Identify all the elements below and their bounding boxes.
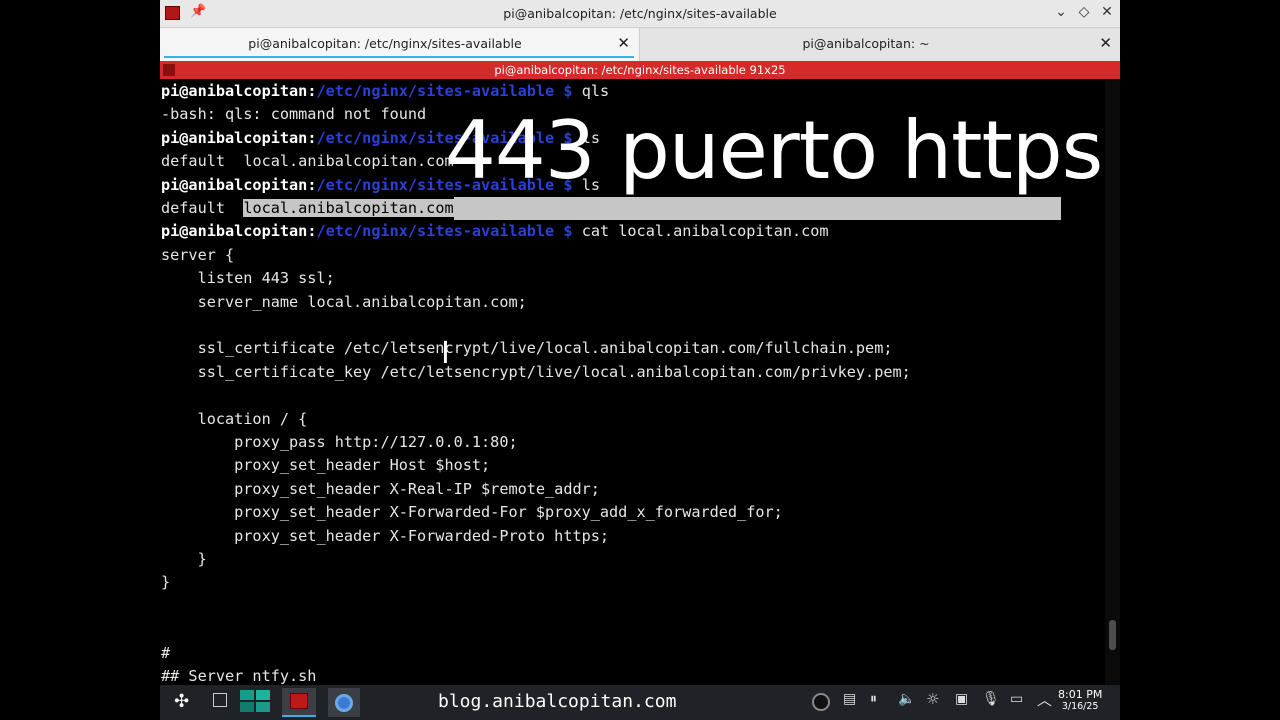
tab-sites-available[interactable]: pi@anibalcopitan: /etc/nginx/sites-avail… bbox=[160, 28, 638, 61]
config-line: ssl_certificate_key /etc/letsencrypt/liv… bbox=[161, 362, 911, 381]
clock-time: 8:01 PM bbox=[1058, 688, 1103, 701]
tab-bar: pi@anibalcopitan: /etc/nginx/sites-avail… bbox=[160, 28, 1120, 61]
tab-label: pi@anibalcopitan: /etc/nginx/sites-avail… bbox=[248, 36, 522, 51]
config-line: server { bbox=[161, 245, 235, 264]
config-line: proxy_set_header X-Forwarded-Proto https… bbox=[161, 526, 610, 545]
volume-icon[interactable]: 🔈 bbox=[898, 691, 915, 707]
clock-date: 3/16/25 bbox=[1061, 701, 1099, 712]
network-icon[interactable]: ▭ bbox=[1010, 691, 1023, 707]
app-launcher-icon[interactable]: ✣ bbox=[174, 691, 189, 712]
show-desktop-icon[interactable] bbox=[213, 693, 227, 707]
clipboard-icon[interactable]: ▤ bbox=[843, 691, 856, 707]
config-line: # bbox=[161, 643, 171, 662]
session-title: pi@anibalcopitan: /etc/nginx/sites-avail… bbox=[494, 63, 786, 77]
tab-label: pi@anibalcopitan: ~ bbox=[802, 36, 930, 51]
file-manager-icon[interactable] bbox=[240, 690, 272, 712]
config-line: proxy_pass http://127.0.0.1:80; bbox=[161, 433, 518, 451]
text-cursor-icon: I bbox=[441, 336, 450, 371]
config-line: } bbox=[161, 573, 171, 592]
overlay-blog-url: blog.anibalcopitan.com bbox=[438, 691, 677, 712]
obs-tray-icon[interactable] bbox=[812, 693, 830, 711]
title-bar[interactable]: 📌 pi@anibalcopitan: /etc/nginx/sites-ava… bbox=[160, 0, 1120, 28]
scrollbar-thumb[interactable] bbox=[1109, 620, 1116, 650]
config-line: proxy_set_header X-Real-IP $remote_addr; bbox=[161, 479, 600, 498]
config-line: ## Server ntfy.sh bbox=[161, 667, 317, 685]
config-line: proxy_set_header Host $host; bbox=[161, 456, 491, 475]
close-tab-icon[interactable]: ✕ bbox=[1099, 34, 1112, 52]
minimize-icon[interactable]: ⌄ bbox=[1053, 4, 1069, 20]
terminal-line: default local.anibalcopitan.com bbox=[161, 197, 1099, 220]
konsole-window: 📌 pi@anibalcopitan: /etc/nginx/sites-ava… bbox=[160, 0, 1120, 685]
terminal-line: pi@anibalcopitan:/etc/nginx/sites-availa… bbox=[161, 82, 610, 100]
close-tab-icon[interactable]: ✕ bbox=[617, 34, 630, 52]
konsole-taskbar-button[interactable] bbox=[282, 688, 316, 717]
terminal-scrollbar[interactable] bbox=[1105, 80, 1120, 685]
terminal-line: pi@anibalcopitan:/etc/nginx/sites-availa… bbox=[161, 222, 829, 241]
config-line: server_name local.anibalcopitan.com; bbox=[161, 292, 527, 311]
window-title: pi@anibalcopitan: /etc/nginx/sites-avail… bbox=[503, 6, 777, 21]
terminal-line: default local.anibalcopitan.com bbox=[161, 152, 454, 171]
selected-text[interactable]: local.anibalcopitan.com bbox=[243, 199, 454, 217]
konsole-icon bbox=[290, 693, 308, 709]
tab-home[interactable]: pi@anibalcopitan: ~ ✕ bbox=[639, 28, 1120, 61]
storage-icon[interactable]: ▣ bbox=[955, 691, 968, 707]
config-line: proxy_set_header X-Forwarded-For $proxy_… bbox=[161, 503, 783, 522]
maximize-icon[interactable]: ◇ bbox=[1076, 4, 1092, 20]
chrome-icon bbox=[335, 694, 353, 712]
chrome-taskbar-button[interactable] bbox=[328, 688, 360, 717]
close-window-icon[interactable]: ✕ bbox=[1099, 4, 1115, 20]
config-line: listen 443 ssl; bbox=[161, 269, 335, 288]
tray-expand-chevron-icon[interactable]: ︿ bbox=[1037, 689, 1052, 710]
terminal-line: -bash: qls: command not found bbox=[161, 105, 427, 124]
taskbar: ✣ blog.anibalcopitan.com ▤ ⏸ 🔈 ☼ ▣ 🎙 ▭ ︿… bbox=[160, 685, 1120, 720]
microphone-icon[interactable]: 🎙 bbox=[982, 691, 1000, 707]
config-line: ssl_certificate /etc/letsencrypt/live/lo… bbox=[161, 339, 893, 358]
media-pause-icon[interactable]: ⏸ bbox=[870, 691, 877, 707]
video-caption-overlay: 443 puerto https bbox=[445, 104, 1103, 197]
session-title-bar: pi@anibalcopitan: /etc/nginx/sites-avail… bbox=[160, 61, 1120, 79]
active-tab-indicator bbox=[164, 56, 634, 58]
config-line: location / { bbox=[161, 409, 308, 428]
brightness-icon[interactable]: ☼ bbox=[926, 690, 939, 708]
config-line: } bbox=[161, 550, 207, 568]
taskbar-clock[interactable]: 8:01 PM 3/16/25 bbox=[1058, 689, 1102, 713]
